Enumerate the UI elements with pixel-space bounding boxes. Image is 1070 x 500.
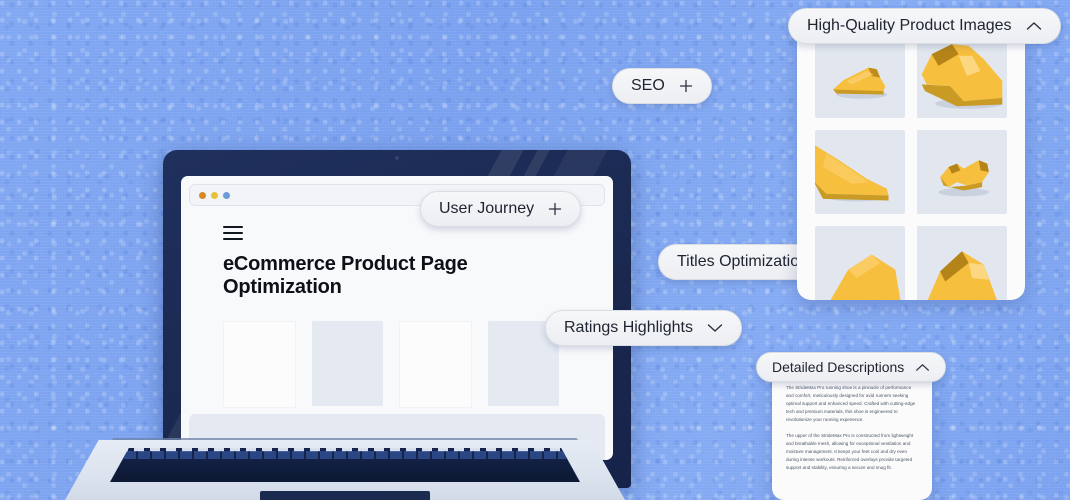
laptop-trackpad [260, 491, 430, 500]
plus-icon[interactable] [679, 79, 693, 93]
pill-titles-optimization-label: Titles Optimization [677, 253, 808, 270]
close-dot[interactable] [199, 191, 206, 199]
product-card-placeholder[interactable] [399, 321, 472, 408]
browser-page-content: eCommerce Product Page Optimization [181, 206, 613, 408]
shoe-thumbnail-2[interactable] [917, 34, 1007, 118]
pill-seo-label: SEO [631, 77, 665, 94]
keyboard-keys [124, 451, 566, 459]
minimize-dot[interactable] [211, 191, 218, 199]
chevron-up-icon[interactable] [1026, 21, 1042, 31]
detailed-descriptions-panel: The StrideMax Pro running shoe is a pinn… [772, 368, 932, 500]
shoe-thumbnail-3[interactable] [815, 130, 905, 214]
shoe-thumbnail-4[interactable] [917, 130, 1007, 214]
maximize-dot[interactable] [223, 191, 230, 199]
chevron-down-icon[interactable] [707, 323, 723, 333]
description-paragraph: The StrideMax Pro running shoe is a pinn… [786, 385, 916, 422]
laptop-base [65, 440, 625, 500]
pill-user-journey[interactable]: User Journey [420, 191, 582, 227]
shoe-thumbnail-5[interactable] [815, 226, 905, 300]
pill-user-journey-label: User Journey [439, 200, 535, 217]
pill-high-quality-product-images[interactable]: High-Quality Product Images [788, 8, 1061, 44]
product-card-placeholder[interactable] [223, 321, 296, 408]
product-image-grid [797, 18, 1025, 300]
plus-icon[interactable] [548, 202, 562, 216]
pill-seo[interactable]: SEO [612, 68, 712, 104]
high-quality-product-images-panel [797, 18, 1025, 300]
shoe-thumbnail-1[interactable] [815, 34, 905, 118]
chevron-up-icon[interactable] [915, 363, 930, 372]
description-paragraph: The upper of the StrideMax Pro is constr… [786, 433, 914, 471]
page-title: eCommerce Product Page Optimization [223, 253, 468, 298]
pill-ratings-highlights-label: Ratings Highlights [564, 319, 693, 336]
webcam-dot [395, 156, 399, 160]
laptop-keyboard [110, 448, 580, 482]
shoe-thumbnail-6[interactable] [917, 226, 1007, 300]
pill-detailed-descriptions[interactable]: Detailed Descriptions [756, 352, 947, 382]
pill-high-quality-product-images-label: High-Quality Product Images [807, 17, 1012, 34]
product-card-row [223, 321, 571, 408]
hamburger-menu-icon[interactable] [223, 226, 243, 240]
pill-ratings-highlights[interactable]: Ratings Highlights [545, 310, 742, 346]
pill-detailed-descriptions-label: Detailed Descriptions [772, 359, 905, 375]
product-card-placeholder[interactable] [312, 321, 383, 406]
